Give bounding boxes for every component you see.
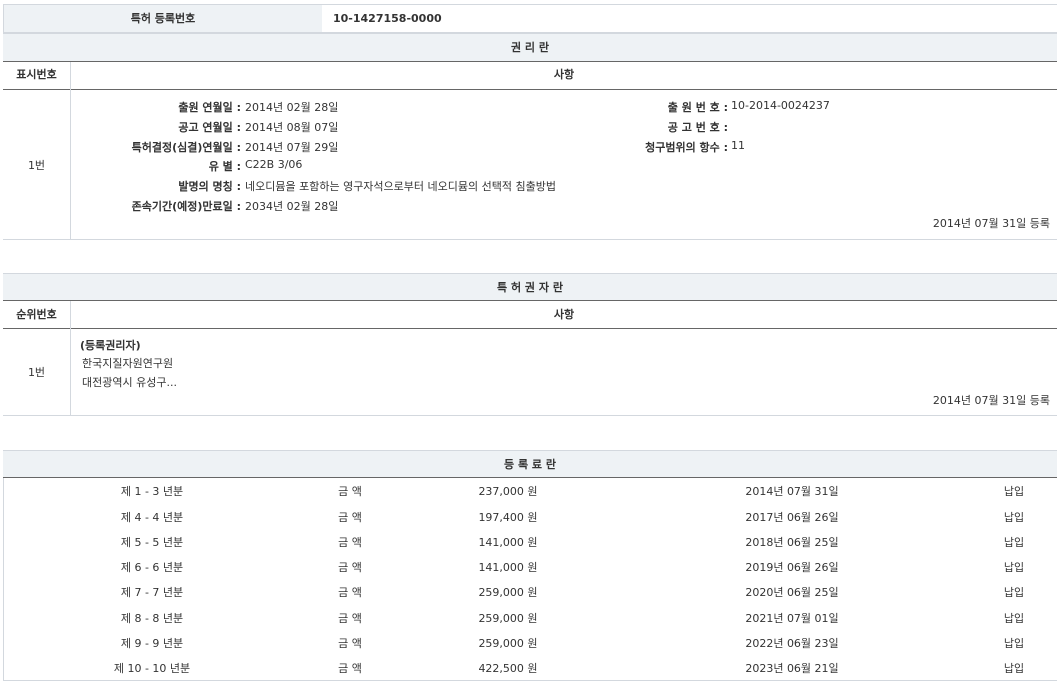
fee-amount: 259,000 원 [458, 584, 558, 600]
reg-number-label: 특허 등록번호 [4, 5, 322, 32]
fee-paid-date: 2014년 07월 31일 [732, 483, 852, 499]
fee-paid-date: 2022년 06월 23일 [732, 635, 852, 651]
holder-type: (등록권리자) [80, 337, 141, 353]
fees-left-border [3, 478, 4, 681]
field-label-application-date: 출원 연월일 : [178, 99, 241, 115]
holder-col-matter: 사항 [71, 301, 1057, 328]
rights-col-matter: 사항 [71, 62, 1057, 88]
fee-paid-date: 2017년 06월 26일 [732, 509, 852, 525]
reg-number-bar: 특허 등록번호 10-1427158-0000 [3, 4, 1057, 33]
fee-amount-label: 금 액 [320, 610, 380, 626]
rights-header-divider [3, 89, 1057, 90]
field-value-invention-title: 네오디뮴을 포함하는 영구자석으로부터 네오디뮴의 선택적 침출방법 [245, 178, 556, 194]
fee-paid-date: 2023년 06월 21일 [732, 660, 852, 676]
fee-period: 제 7 - 7 년분 [102, 584, 202, 600]
fee-amount: 259,000 원 [458, 635, 558, 651]
field-value-application-number: 10-2014-0024237 [731, 99, 830, 112]
fee-amount-label: 금 액 [320, 559, 380, 575]
fee-amount: 422,500 원 [458, 660, 558, 676]
field-value-classification: C22B 3/06 [245, 158, 302, 171]
field-label-application-number: 출 원 번 호 : [668, 99, 728, 115]
fee-amount: 259,000 원 [458, 610, 558, 626]
holder-row-no: 1번 [3, 364, 70, 380]
fee-status: 납입 [994, 534, 1034, 550]
fee-status: 납입 [994, 509, 1034, 525]
fees-title-divider [3, 477, 1057, 478]
fee-amount: 237,000 원 [458, 483, 558, 499]
fee-paid-date: 2018년 06월 25일 [732, 534, 852, 550]
fee-paid-date: 2020년 06월 25일 [732, 584, 852, 600]
field-label-classification: 유 별 : [209, 158, 241, 174]
rights-bottom-border [3, 239, 1057, 240]
rights-col-no: 표시번호 [3, 62, 70, 88]
fee-amount-label: 금 액 [320, 584, 380, 600]
fee-period: 제 9 - 9 년분 [102, 635, 202, 651]
field-value-publication-date: 2014년 08월 07일 [245, 119, 338, 135]
fee-status: 납입 [994, 559, 1034, 575]
fee-amount-label: 금 액 [320, 483, 380, 499]
fee-amount-label: 금 액 [320, 635, 380, 651]
rights-registration-date: 2014년 07월 31일 등록 [933, 215, 1050, 231]
fees-section-title: 등 록 료 란 [3, 450, 1057, 478]
field-value-claims-count: 11 [731, 139, 745, 152]
field-value-expiry-date: 2034년 02월 28일 [245, 198, 338, 214]
field-label-decision-date: 특허결정(심결)연월일 : [132, 139, 241, 155]
fee-status: 납입 [994, 660, 1034, 676]
holder-address: 대전광역시 유성구... [82, 374, 177, 390]
holder-header-divider [3, 328, 1057, 329]
fee-period: 제 1 - 3 년분 [102, 483, 202, 499]
field-label-expiry-date: 존속기간(예정)만료일 : [132, 198, 241, 214]
fee-amount-label: 금 액 [320, 509, 380, 525]
fee-amount-label: 금 액 [320, 660, 380, 676]
fee-period: 제 10 - 10 년분 [92, 660, 212, 676]
holder-section-title: 특 허 권 자 란 [3, 273, 1057, 301]
holder-registration-date: 2014년 07월 31일 등록 [933, 392, 1050, 408]
rights-row-no: 1번 [3, 157, 70, 173]
fee-paid-date: 2021년 07월 01일 [732, 610, 852, 626]
rights-section-title: 권 리 란 [3, 33, 1057, 62]
field-value-decision-date: 2014년 07월 29일 [245, 139, 338, 155]
fee-status: 납입 [994, 635, 1034, 651]
holder-bottom-border [3, 415, 1057, 416]
reg-number-value: 10-1427158-0000 [333, 5, 442, 32]
field-label-publication-date: 공고 연월일 : [178, 119, 241, 135]
fee-amount: 141,000 원 [458, 534, 558, 550]
holder-col-no: 순위번호 [3, 301, 70, 328]
field-label-publication-number: 공 고 번 호 : [668, 119, 728, 135]
holder-name: 한국지질자원연구원 [82, 355, 173, 371]
fee-paid-date: 2019년 06월 26일 [732, 559, 852, 575]
fee-period: 제 5 - 5 년분 [102, 534, 202, 550]
fee-period: 제 6 - 6 년분 [102, 559, 202, 575]
fee-amount-label: 금 액 [320, 534, 380, 550]
rights-col-separator [70, 62, 71, 239]
fee-status: 납입 [994, 483, 1034, 499]
field-value-application-date: 2014년 02월 28일 [245, 99, 338, 115]
fee-amount: 197,400 원 [458, 509, 558, 525]
fee-period: 제 8 - 8 년분 [102, 610, 202, 626]
fee-period: 제 4 - 4 년분 [102, 509, 202, 525]
fees-bottom-border [3, 680, 1057, 681]
holder-col-separator [70, 301, 71, 415]
field-label-invention-title: 발명의 명칭 : [178, 178, 241, 194]
fee-amount: 141,000 원 [458, 559, 558, 575]
fee-status: 납입 [994, 610, 1034, 626]
field-label-claims-count: 청구범위의 항수 : [645, 139, 728, 155]
fee-status: 납입 [994, 584, 1034, 600]
